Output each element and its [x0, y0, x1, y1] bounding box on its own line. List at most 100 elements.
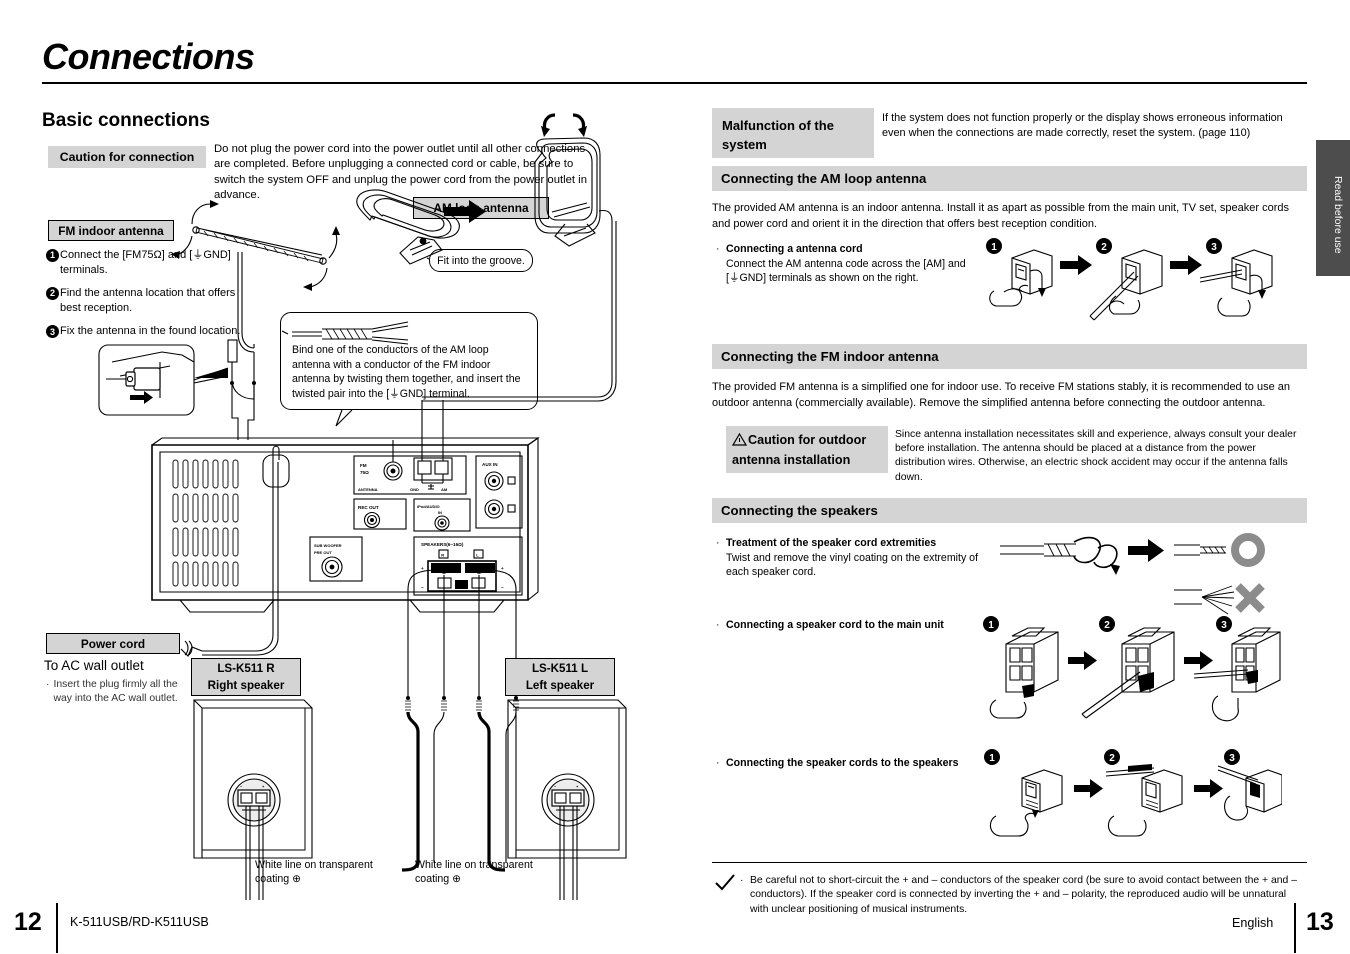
svg-text:3: 3: [1211, 242, 1217, 253]
speaker-cords: [401, 569, 519, 872]
channel-l-label: L: [476, 553, 479, 558]
channel-r-label: R: [441, 553, 444, 558]
section-head-speakers: Connecting the speakers: [712, 498, 1307, 523]
step-illustration-3: [1193, 627, 1281, 722]
speaker-terminal-block: SPEAKERS(6~16Ω) R L + + − −: [413, 536, 523, 596]
minus-left-label: −: [421, 585, 424, 590]
language-label: English: [1232, 916, 1274, 930]
speaker-cord-to-speakers-steps: 1 2 3: [984, 749, 1282, 837]
ipod-in-label: IN: [438, 510, 442, 515]
left-speaker-label: LS-K511 L Left speaker: [505, 658, 615, 696]
transform-arrow-icon: [444, 200, 486, 223]
bullet-icon: ·: [46, 679, 50, 690]
footer-right-divider: [1294, 903, 1296, 953]
speakers-label: SPEAKERS(6~16Ω): [421, 542, 464, 547]
white-line-note-right: White line on transparent coating ⊕: [255, 859, 373, 885]
title-divider: [42, 82, 1307, 84]
subwoofer-label-1: SUB WOOFER: [314, 543, 342, 548]
page-number-left: 12: [14, 908, 42, 936]
arrow-icon: [1194, 779, 1223, 798]
speaker-bullet-1: · Treatment of the speaker cord extremit…: [716, 536, 996, 580]
malfunction-text: If the system does not function properly…: [882, 112, 1283, 139]
white-line-note-left: White line on transparent coating ⊕: [415, 859, 533, 885]
section-head-am-loop: Connecting the AM loop antenna: [712, 166, 1307, 191]
model-name: K-511USB/RD-K511USB: [70, 915, 209, 929]
good-cord-icon: [1174, 533, 1265, 567]
caution-outdoor-label: Caution for outdoor antenna installation: [726, 426, 888, 473]
plus-right-label: +: [501, 566, 504, 571]
step-badge-1: 1: [984, 749, 1000, 765]
step-illustration-2: [1105, 764, 1183, 837]
ac-wall-outlet-note: · Insert the plug firmly all the way int…: [46, 678, 196, 706]
sub-woofer-pre-out-jack: SUB WOOFER PRE OUT: [309, 536, 363, 582]
cord-break-mark: [184, 640, 193, 656]
main-unit-rear-panel: FM 75Ω ANTENNA GND AM REC OUT iPod/AUDIO…: [151, 400, 540, 872]
left-speaker-name: Left speaker: [525, 679, 595, 692]
antenna-label: ANTENNA: [358, 487, 378, 492]
arrow-icon: [1060, 255, 1092, 275]
svg-text:2: 2: [1101, 242, 1107, 253]
step-illustration-2: [1081, 627, 1175, 719]
ipod-audio-label: iPod/AUDIO: [417, 504, 440, 509]
arrow-icon: [1170, 255, 1202, 275]
speaker-bullet-3: · Connecting the speaker cords to the sp…: [716, 756, 1016, 771]
fm-dipole-antenna-icon: [171, 200, 340, 291]
vent-grille: [172, 459, 239, 587]
caution-outdoor-body: Since antenna installation necessitates …: [895, 429, 1297, 483]
ok-circle-icon: [1231, 533, 1265, 567]
step-badge-1: 1: [986, 238, 1002, 254]
page-title: Connections: [42, 36, 255, 77]
step-illustration-1: [989, 249, 1053, 307]
arrow-icon: [1068, 651, 1097, 670]
bullet-icon: ·: [716, 243, 720, 255]
ac-wall-outlet-heading: To AC wall outlet: [44, 658, 144, 673]
step-illustration-2: [1089, 249, 1163, 321]
right-speaker-name: Right speaker: [207, 679, 285, 692]
bullet-icon: ·: [740, 875, 744, 886]
final-note: · Be careful not to short-circuit the + …: [740, 874, 1307, 917]
section-head-fm-indoor: Connecting the FM indoor antenna: [712, 344, 1307, 369]
plus-left-label: +: [421, 566, 424, 571]
bullet-icon: ·: [716, 619, 720, 631]
callout-tail: [335, 409, 353, 427]
speaker-bullet-2: · Connecting a speaker cord to the main …: [716, 618, 996, 633]
rec-out-jack: REC OUT: [353, 498, 407, 530]
bullet-icon: ·: [716, 537, 720, 549]
power-cord: [180, 445, 290, 657]
footer-divider: [712, 862, 1307, 864]
am-loop-antenna-upright-icon: [422, 137, 617, 402]
ng-cross-icon: [1235, 583, 1265, 613]
gnd-label: GND: [410, 487, 419, 492]
fm-plug-detail-callout: [98, 344, 229, 416]
warning-triangle-icon: [732, 433, 747, 446]
aux-in-jacks: AUX IN: [475, 455, 523, 529]
arrow-icon: [1128, 539, 1164, 562]
svg-text:1: 1: [991, 242, 997, 253]
twist-cord-icon: [1000, 536, 1120, 575]
spk-bullet1-text: Twist and remove the vinyl coating on th…: [726, 551, 979, 579]
fm-terminal-label: FM: [360, 463, 367, 468]
am-section-text: The provided AM antenna is an indoor ant…: [712, 202, 1290, 230]
svg-text:1: 1: [989, 753, 995, 764]
svg-text:2: 2: [1104, 620, 1110, 631]
step-illustration-1: [989, 627, 1059, 719]
connection-diagram: FM 75Ω ANTENNA GND AM REC OUT iPod/AUDIO…: [98, 113, 627, 900]
ac-note-text: Insert the plug firmly all the way into …: [53, 679, 178, 704]
fm-section-text: The provided FM antenna is a simplified …: [712, 381, 1290, 409]
minus-right-label: −: [501, 585, 504, 590]
am-antenna-connection-steps: 1 2 3: [986, 238, 1273, 321]
am-bullet-text: Connect the AM antenna code across the […: [726, 257, 966, 285]
step-illustration-3: [1199, 249, 1273, 317]
svg-text:2: 2: [1109, 753, 1115, 764]
step-badge-1: 1: [983, 616, 999, 632]
bad-cord-icon: [1174, 583, 1265, 615]
spk-bullet1-title: Treatment of the speaker cord extremitie…: [726, 537, 937, 549]
am-bullet-title: Connecting a antenna cord: [726, 243, 863, 255]
right-speaker-model: LS-K511 R: [217, 662, 275, 675]
step-illustration-3: [1217, 765, 1282, 821]
footer-left-divider: [56, 903, 58, 953]
arrow-icon: [1184, 651, 1213, 670]
twisted-wire-icon: [281, 321, 409, 345]
antenna-terminal-block: FM 75Ω ANTENNA GND AM: [353, 455, 467, 495]
svg-text:3: 3: [1229, 753, 1235, 764]
